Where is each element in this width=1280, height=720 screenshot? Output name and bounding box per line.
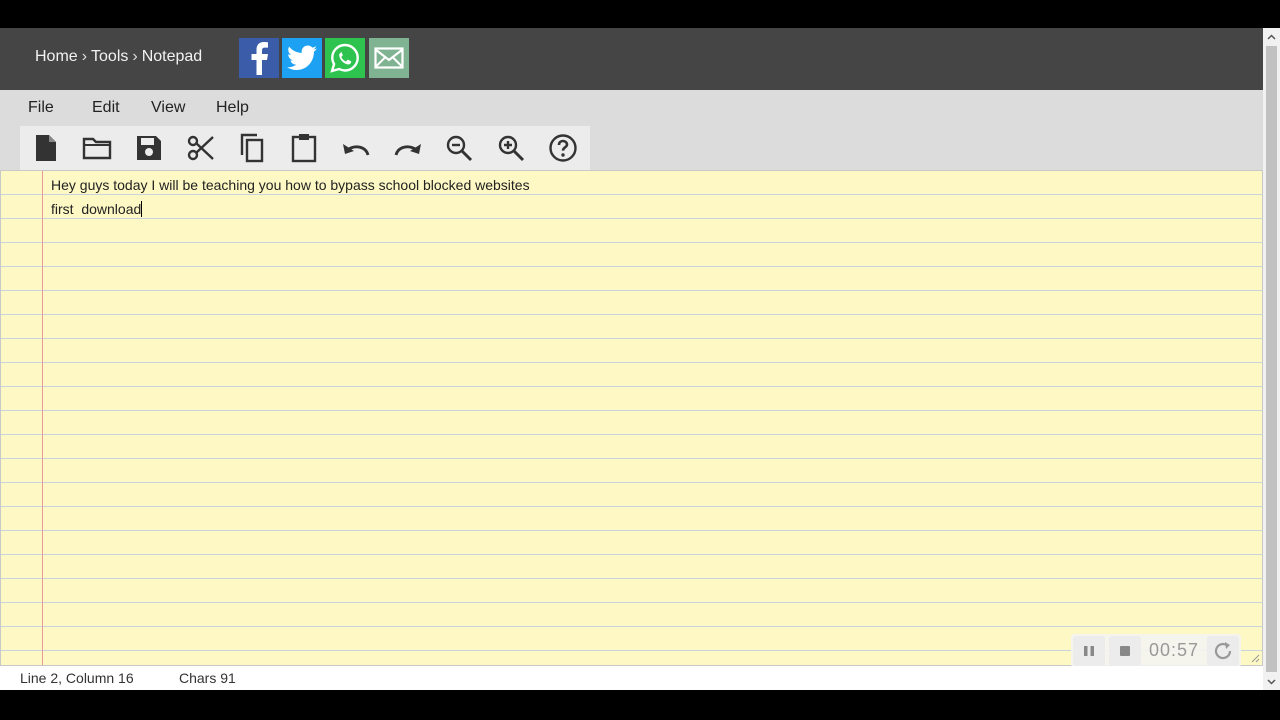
save-button[interactable] xyxy=(131,130,167,166)
whatsapp-icon xyxy=(330,43,359,73)
help-button[interactable] xyxy=(545,130,581,166)
editor-line-text: first download xyxy=(51,201,142,217)
refresh-icon xyxy=(1214,642,1232,660)
text-caret xyxy=(141,201,143,217)
notepad-textarea[interactable]: Hey guys today I will be teaching you ho… xyxy=(0,170,1263,666)
breadcrumb: Home › Tools › Notepad xyxy=(35,48,202,66)
toolbar xyxy=(20,126,590,170)
breadcrumb-tools-link[interactable]: Tools xyxy=(91,48,128,66)
char-count: Chars 91 xyxy=(179,670,236,686)
whatsapp-share-button[interactable] xyxy=(325,38,365,78)
undo-button[interactable] xyxy=(338,130,374,166)
scissors-icon xyxy=(187,135,214,161)
twitter-share-button[interactable] xyxy=(282,38,322,78)
facebook-share-button[interactable] xyxy=(239,38,279,78)
cursor-position: Line 2, Column 16 xyxy=(20,670,134,686)
toolbar-area xyxy=(0,126,1263,170)
status-bar: Line 2, Column 16 Chars 91 xyxy=(0,666,1263,690)
scroll-up-button[interactable] xyxy=(1263,28,1280,45)
help-icon xyxy=(549,134,577,162)
menu-bar: File Edit View Help xyxy=(0,90,1263,126)
margin-line xyxy=(42,171,43,665)
email-share-button[interactable] xyxy=(369,38,409,78)
redo-button[interactable] xyxy=(390,130,426,166)
menu-file[interactable]: File xyxy=(28,99,54,117)
screen-recorder-widget: 00:57 xyxy=(1071,634,1241,668)
scroll-thumb[interactable] xyxy=(1266,46,1277,672)
redo-icon xyxy=(394,144,421,156)
editor-line: Hey guys today I will be teaching you ho… xyxy=(51,177,530,193)
pause-icon xyxy=(1084,646,1094,656)
paste-button[interactable] xyxy=(286,130,322,166)
stop-icon xyxy=(1120,646,1130,656)
recorder-stop-button[interactable] xyxy=(1109,636,1141,666)
new-file-button[interactable] xyxy=(28,130,64,166)
cut-button[interactable] xyxy=(183,130,219,166)
copy-icon xyxy=(240,133,264,163)
zoom-out-button[interactable] xyxy=(441,130,477,166)
folder-open-icon xyxy=(82,137,112,160)
menu-help[interactable]: Help xyxy=(216,99,249,117)
zoom-in-button[interactable] xyxy=(493,130,529,166)
scroll-down-button[interactable] xyxy=(1263,673,1280,690)
menu-view[interactable]: View xyxy=(151,99,185,117)
recorder-restart-button[interactable] xyxy=(1207,636,1239,666)
header-bar: Home › Tools › Notepad xyxy=(0,28,1263,90)
recorder-pause-button[interactable] xyxy=(1073,636,1105,666)
breadcrumb-separator: › xyxy=(132,48,138,65)
chevron-down-icon xyxy=(1267,678,1276,685)
copy-button[interactable] xyxy=(234,130,270,166)
breadcrumb-separator: › xyxy=(81,48,88,65)
zoom-in-icon xyxy=(498,135,525,162)
twitter-icon xyxy=(287,45,317,70)
editor-line: first download xyxy=(51,201,143,217)
open-button[interactable] xyxy=(79,130,115,166)
notepad-page: Home › Tools › Notepad File Edit View Help xyxy=(0,28,1280,690)
breadcrumb-home-link[interactable]: Home xyxy=(35,48,78,66)
mail-icon xyxy=(374,47,404,69)
undo-icon xyxy=(343,144,370,156)
zoom-out-icon xyxy=(446,135,473,162)
resize-grip-icon[interactable] xyxy=(1250,653,1260,663)
chevron-up-icon xyxy=(1267,33,1276,40)
menu-edit[interactable]: Edit xyxy=(92,99,120,117)
save-icon xyxy=(137,136,161,160)
page-scrollbar[interactable] xyxy=(1263,28,1280,690)
breadcrumb-current: Notepad xyxy=(141,48,203,65)
recorder-timer: 00:57 xyxy=(1149,640,1200,660)
new-file-icon xyxy=(36,135,56,161)
clipboard-icon xyxy=(291,134,317,163)
facebook-icon xyxy=(251,42,268,75)
